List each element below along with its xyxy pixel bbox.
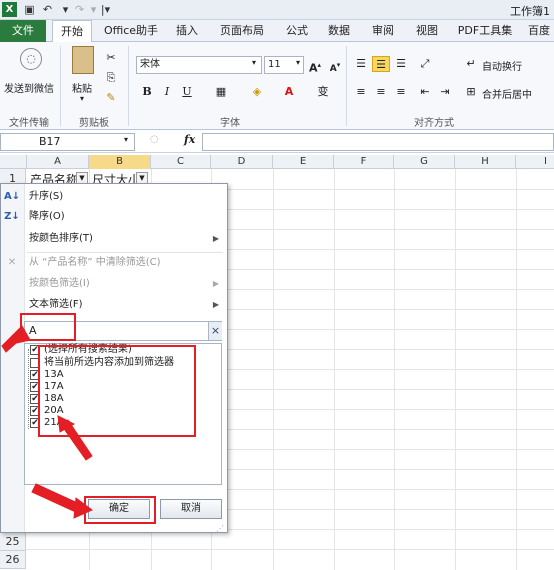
arrow-head-icon xyxy=(73,497,93,519)
annotation-arrows xyxy=(1,324,93,519)
